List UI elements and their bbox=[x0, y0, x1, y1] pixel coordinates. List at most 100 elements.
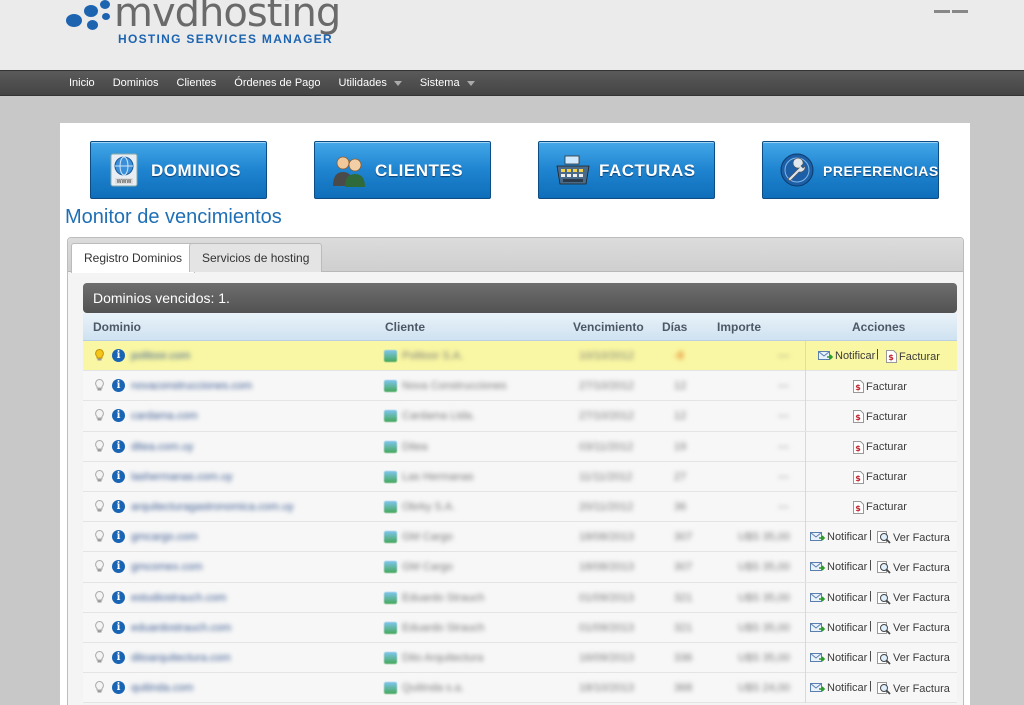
info-icon[interactable]: i bbox=[112, 379, 125, 393]
notificar-link[interactable]: Notificar bbox=[818, 350, 875, 362]
ver-factura-label: Ver Factura bbox=[893, 652, 950, 665]
info-icon[interactable]: i bbox=[112, 499, 125, 513]
ver-factura-link[interactable]: Ver Factura bbox=[877, 531, 950, 544]
info-icon[interactable]: i bbox=[112, 681, 125, 695]
ver-factura-link[interactable]: Ver Factura bbox=[877, 561, 950, 574]
client-name[interactable]: Obrky S.A. bbox=[402, 501, 455, 513]
lightbulb-off-icon bbox=[95, 469, 104, 482]
domain-link[interactable]: estudiostrauch.com bbox=[131, 592, 226, 604]
days-remaining: 36 bbox=[674, 500, 687, 513]
info-icon[interactable]: i bbox=[112, 620, 125, 634]
nav-item-3[interactable]: Órdenes de Pago bbox=[225, 77, 329, 89]
table-row: i eduardostrauch.com Eduardo Strauch 01/09/… bbox=[83, 612, 957, 643]
client-name[interactable]: Eduardo Strauch bbox=[402, 622, 485, 634]
info-icon[interactable]: i bbox=[112, 349, 125, 362]
client-name[interactable]: Dito Arquitectura bbox=[402, 652, 483, 664]
nav-item-4[interactable]: Utilidades bbox=[330, 77, 411, 89]
tab-registro-dominios[interactable]: Registro Dominios bbox=[71, 243, 196, 273]
facturar-link[interactable]: $ Facturar bbox=[853, 440, 907, 454]
clientes-button[interactable]: CLIENTES bbox=[314, 141, 491, 199]
dominios-button[interactable]: WWW DOMINIOS bbox=[90, 141, 267, 199]
notificar-label: Notificar bbox=[827, 682, 868, 695]
client-name[interactable]: GM Cargo bbox=[402, 561, 453, 573]
client-name[interactable]: Las Hermanas bbox=[402, 471, 474, 483]
ver-factura-link[interactable]: Ver Factura bbox=[877, 651, 950, 665]
domain-link[interactable]: politoor.com bbox=[131, 350, 190, 362]
client-name[interactable]: Nova Construcciones bbox=[402, 380, 507, 392]
nav-item-5[interactable]: Sistema bbox=[411, 77, 484, 89]
notificar-link[interactable]: Notificar bbox=[810, 682, 867, 694]
nav-item-label: Sistema bbox=[419, 77, 460, 89]
users-icon bbox=[333, 156, 365, 187]
info-icon[interactable]: i bbox=[112, 439, 125, 453]
view-invoice-magnifier-icon bbox=[877, 561, 891, 574]
ver-factura-link[interactable]: Ver Factura bbox=[877, 682, 950, 695]
facturar-link[interactable]: $ Facturar bbox=[853, 410, 907, 424]
row-actions: Notificar | Ver Factura bbox=[805, 612, 957, 643]
domain-link[interactable]: gmcargo.com bbox=[131, 531, 198, 543]
notify-email-icon bbox=[810, 652, 825, 662]
col-cliente[interactable]: Cliente bbox=[385, 320, 425, 334]
row-actions: $ Facturar bbox=[805, 371, 957, 402]
domain-link[interactable]: lashermanas.com.uy bbox=[131, 471, 233, 483]
expiration-date: 18/08/2013 bbox=[579, 561, 635, 574]
nav-item-2[interactable]: Clientes bbox=[168, 77, 226, 89]
facturar-label: Facturar bbox=[866, 380, 907, 393]
domain-link[interactable]: gmcomex.com bbox=[131, 561, 203, 573]
domain-link[interactable]: ditoarquitectura.com bbox=[131, 652, 231, 664]
client-name[interactable]: GM Cargo bbox=[402, 531, 453, 543]
info-icon[interactable]: i bbox=[112, 469, 125, 483]
info-icon[interactable]: i bbox=[112, 530, 125, 544]
client-name[interactable]: Politoor S.A. bbox=[402, 350, 463, 362]
domain-link[interactable]: quitinda.com bbox=[131, 682, 193, 694]
client-name[interactable]: Cardama Ltda. bbox=[402, 410, 475, 422]
nav-item-label: Órdenes de Pago bbox=[234, 77, 321, 89]
preferencias-button[interactable]: PREFERENCIAS bbox=[762, 141, 939, 199]
client-name[interactable]: Eduardo Strauch bbox=[402, 592, 485, 604]
app-header: mvdhosting HOSTING SERVICES MANAGER bbox=[0, 0, 1024, 70]
facturar-link[interactable]: $ Facturar bbox=[853, 500, 907, 514]
facturar-link[interactable]: $ Facturar bbox=[886, 350, 940, 363]
mvdhosting-logo[interactable]: mvdhosting HOSTING SERVICES MANAGER bbox=[66, 0, 346, 48]
info-icon[interactable]: i bbox=[112, 650, 125, 664]
facturar-link[interactable]: $ Facturar bbox=[853, 380, 907, 394]
nav-item-1[interactable]: Dominios bbox=[104, 77, 168, 89]
facturar-link[interactable]: $ Facturar bbox=[853, 470, 907, 484]
info-icon[interactable]: i bbox=[112, 409, 125, 423]
nav-item-0[interactable]: Inicio bbox=[60, 77, 104, 89]
header-controls[interactable] bbox=[932, 0, 968, 13]
notificar-link[interactable]: Notificar bbox=[810, 622, 867, 634]
notificar-link[interactable]: Notificar bbox=[810, 561, 867, 573]
action-separator: | bbox=[869, 619, 872, 632]
client-name[interactable]: Quitinda s.a. bbox=[402, 682, 464, 694]
info-icon[interactable]: i bbox=[112, 560, 125, 574]
notificar-link[interactable]: Notificar bbox=[810, 592, 867, 604]
notificar-link[interactable]: Notificar bbox=[810, 531, 867, 543]
action-separator: | bbox=[869, 559, 872, 572]
clientes-button-label: CLIENTES bbox=[375, 161, 464, 180]
col-vencimiento[interactable]: Vencimiento bbox=[573, 320, 644, 334]
tab-servicios-hosting[interactable]: Servicios de hosting bbox=[189, 243, 323, 272]
facturas-button[interactable]: FACTURAS bbox=[538, 141, 715, 199]
view-invoice-magnifier-icon bbox=[877, 591, 891, 605]
info-icon[interactable]: i bbox=[112, 590, 125, 604]
ver-factura-link[interactable]: Ver Factura bbox=[877, 591, 950, 605]
days-remaining: 307 bbox=[674, 561, 693, 574]
col-dominio[interactable]: Dominio bbox=[93, 320, 141, 334]
svg-text:$: $ bbox=[855, 444, 861, 453]
action-separator: | bbox=[869, 680, 872, 693]
domain-link[interactable]: novaconstrucciones.com bbox=[131, 380, 252, 392]
invoice-icon: $ bbox=[853, 380, 864, 394]
domain-link[interactable]: ditea.com.uy bbox=[131, 441, 193, 453]
lightbulb-off-icon bbox=[95, 439, 104, 452]
domain-link[interactable]: arquitecturagastronomica.com.uy bbox=[131, 501, 294, 513]
grid-column-headers: Dominio Cliente Vencimiento Días Importe… bbox=[83, 313, 957, 341]
col-dias[interactable]: Días bbox=[662, 320, 687, 334]
ver-factura-link[interactable]: Ver Factura bbox=[877, 621, 950, 635]
col-importe[interactable]: Importe bbox=[717, 320, 761, 334]
domain-link[interactable]: eduardostrauch.com bbox=[131, 622, 231, 634]
notificar-link[interactable]: Notificar bbox=[810, 652, 867, 664]
client-name[interactable]: Ditea bbox=[402, 441, 428, 453]
expiration-date: 16/09/2013 bbox=[579, 651, 635, 664]
domain-link[interactable]: cardama.com bbox=[131, 410, 198, 422]
